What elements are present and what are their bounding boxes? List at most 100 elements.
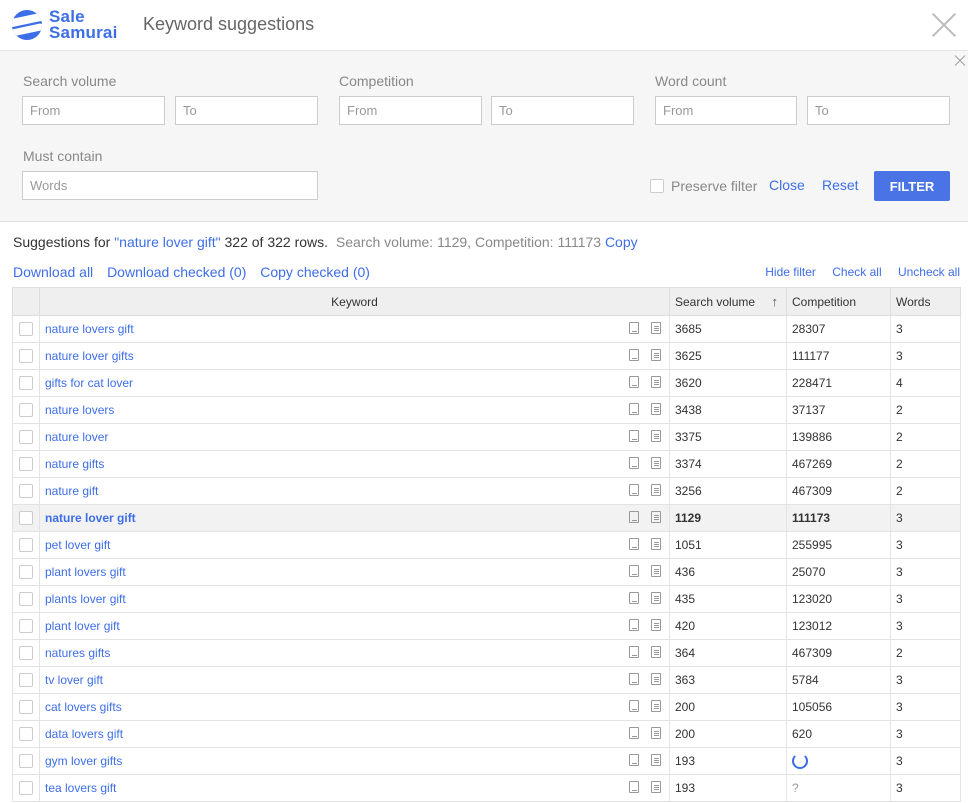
- row-checkbox[interactable]: [19, 538, 33, 553]
- document-icon[interactable]: [651, 538, 661, 550]
- keyword-link[interactable]: natures gifts: [45, 646, 110, 660]
- copy-icon[interactable]: [629, 511, 639, 523]
- close-icon[interactable]: [932, 13, 956, 37]
- keyword-link[interactable]: plant lover gift: [45, 619, 120, 633]
- row-checkbox[interactable]: [19, 511, 33, 526]
- close-filter-icon[interactable]: [955, 56, 965, 66]
- copy-icon[interactable]: [629, 754, 639, 766]
- reset-filter-button[interactable]: Reset: [822, 177, 859, 193]
- competition-column-header[interactable]: Competition: [786, 287, 891, 316]
- row-checkbox[interactable]: [19, 700, 33, 715]
- keyword-column-header[interactable]: Keyword: [39, 287, 670, 316]
- search-volume-to-input[interactable]: [175, 96, 318, 125]
- filter-button[interactable]: FILTER: [874, 171, 950, 201]
- keyword-link[interactable]: data lovers gift: [45, 727, 123, 741]
- document-icon[interactable]: [651, 592, 661, 604]
- row-checkbox[interactable]: [19, 322, 33, 337]
- hide-filter-link[interactable]: Hide filter: [765, 265, 816, 279]
- keyword-link[interactable]: nature gift: [45, 484, 98, 498]
- row-checkbox[interactable]: [19, 430, 33, 445]
- preserve-filter-label: Preserve filter: [671, 178, 758, 194]
- copy-icon[interactable]: [629, 430, 639, 442]
- copy-icon[interactable]: [629, 484, 639, 496]
- document-icon[interactable]: [651, 646, 661, 658]
- copy-icon[interactable]: [629, 700, 639, 712]
- row-checkbox[interactable]: [19, 727, 33, 742]
- copy-icon[interactable]: [629, 619, 639, 631]
- keyword-link[interactable]: plant lovers gift: [45, 565, 126, 579]
- keyword-link[interactable]: plants lover gift: [45, 592, 126, 606]
- row-checkbox[interactable]: [19, 376, 33, 391]
- row-checkbox[interactable]: [19, 403, 33, 418]
- keyword-link[interactable]: nature gifts: [45, 457, 104, 471]
- document-icon[interactable]: [651, 511, 661, 523]
- copy-icon[interactable]: [629, 322, 639, 334]
- copy-icon[interactable]: [629, 646, 639, 658]
- document-icon[interactable]: [651, 700, 661, 712]
- document-icon[interactable]: [651, 430, 661, 442]
- keyword-link[interactable]: nature lover: [45, 430, 108, 444]
- preserve-filter-checkbox[interactable]: [650, 179, 664, 193]
- must-contain-input[interactable]: [22, 171, 318, 200]
- row-checkbox[interactable]: [19, 565, 33, 580]
- word-count-to-input[interactable]: [807, 96, 950, 125]
- row-checkbox[interactable]: [19, 646, 33, 661]
- keyword-link[interactable]: pet lover gift: [45, 538, 110, 552]
- copy-icon[interactable]: [629, 376, 639, 388]
- document-icon[interactable]: [651, 457, 661, 469]
- search-volume-column-header[interactable]: Search volume ↑: [669, 287, 787, 316]
- keyword-link[interactable]: nature lovers: [45, 403, 114, 417]
- word-count-from-input[interactable]: [655, 96, 797, 125]
- copy-icon[interactable]: [629, 403, 639, 415]
- preserve-filter-toggle[interactable]: Preserve filter: [650, 178, 757, 194]
- download-all-link[interactable]: Download all: [13, 264, 93, 280]
- copy-icon[interactable]: [629, 457, 639, 469]
- keyword-link[interactable]: nature lovers gift: [45, 322, 134, 336]
- search-volume-from-input[interactable]: [22, 96, 165, 125]
- row-checkbox[interactable]: [19, 673, 33, 688]
- document-icon[interactable]: [651, 484, 661, 496]
- document-icon[interactable]: [651, 349, 661, 361]
- copy-icon[interactable]: [629, 673, 639, 685]
- document-icon[interactable]: [651, 673, 661, 685]
- row-checkbox[interactable]: [19, 619, 33, 634]
- copy-icon[interactable]: [629, 349, 639, 361]
- copy-icon[interactable]: [629, 781, 639, 793]
- copy-icon[interactable]: [629, 592, 639, 604]
- keyword-link[interactable]: nature lover gifts: [45, 349, 134, 363]
- row-checkbox[interactable]: [19, 592, 33, 607]
- keyword-link[interactable]: tv lover gift: [45, 673, 103, 687]
- keyword-link[interactable]: tea lovers gift: [45, 781, 116, 795]
- row-checkbox[interactable]: [19, 349, 33, 364]
- document-icon[interactable]: [651, 727, 661, 739]
- search-volume-cell: 193: [669, 774, 787, 802]
- keyword-link[interactable]: cat lovers gifts: [45, 700, 122, 714]
- document-icon[interactable]: [651, 322, 661, 334]
- row-checkbox[interactable]: [19, 781, 33, 796]
- document-icon[interactable]: [651, 565, 661, 577]
- competition-to-input[interactable]: [491, 96, 634, 125]
- copy-icon[interactable]: [629, 538, 639, 550]
- document-icon[interactable]: [651, 619, 661, 631]
- keyword-link[interactable]: gifts for cat lover: [45, 376, 133, 390]
- copy-checked-link[interactable]: Copy checked (0): [260, 264, 370, 280]
- uncheck-all-link[interactable]: Uncheck all: [898, 265, 960, 279]
- row-checkbox[interactable]: [19, 484, 33, 499]
- check-all-link[interactable]: Check all: [832, 265, 881, 279]
- document-icon[interactable]: [651, 376, 661, 388]
- copy-icon[interactable]: [629, 727, 639, 739]
- keyword-link[interactable]: gym lover gifts: [45, 754, 122, 768]
- row-checkbox[interactable]: [19, 754, 33, 769]
- copy-icon[interactable]: [629, 565, 639, 577]
- competition-from-input[interactable]: [339, 96, 482, 125]
- summary-query[interactable]: "nature lover gift": [114, 234, 220, 250]
- document-icon[interactable]: [651, 403, 661, 415]
- row-checkbox[interactable]: [19, 457, 33, 472]
- close-filter-button[interactable]: Close: [769, 177, 805, 193]
- download-checked-link[interactable]: Download checked (0): [107, 264, 246, 280]
- copy-summary-link[interactable]: Copy: [605, 234, 638, 250]
- keyword-link[interactable]: nature lover gift: [45, 511, 136, 525]
- document-icon[interactable]: [651, 781, 661, 793]
- words-column-header[interactable]: Words: [890, 287, 961, 316]
- document-icon[interactable]: [651, 754, 661, 766]
